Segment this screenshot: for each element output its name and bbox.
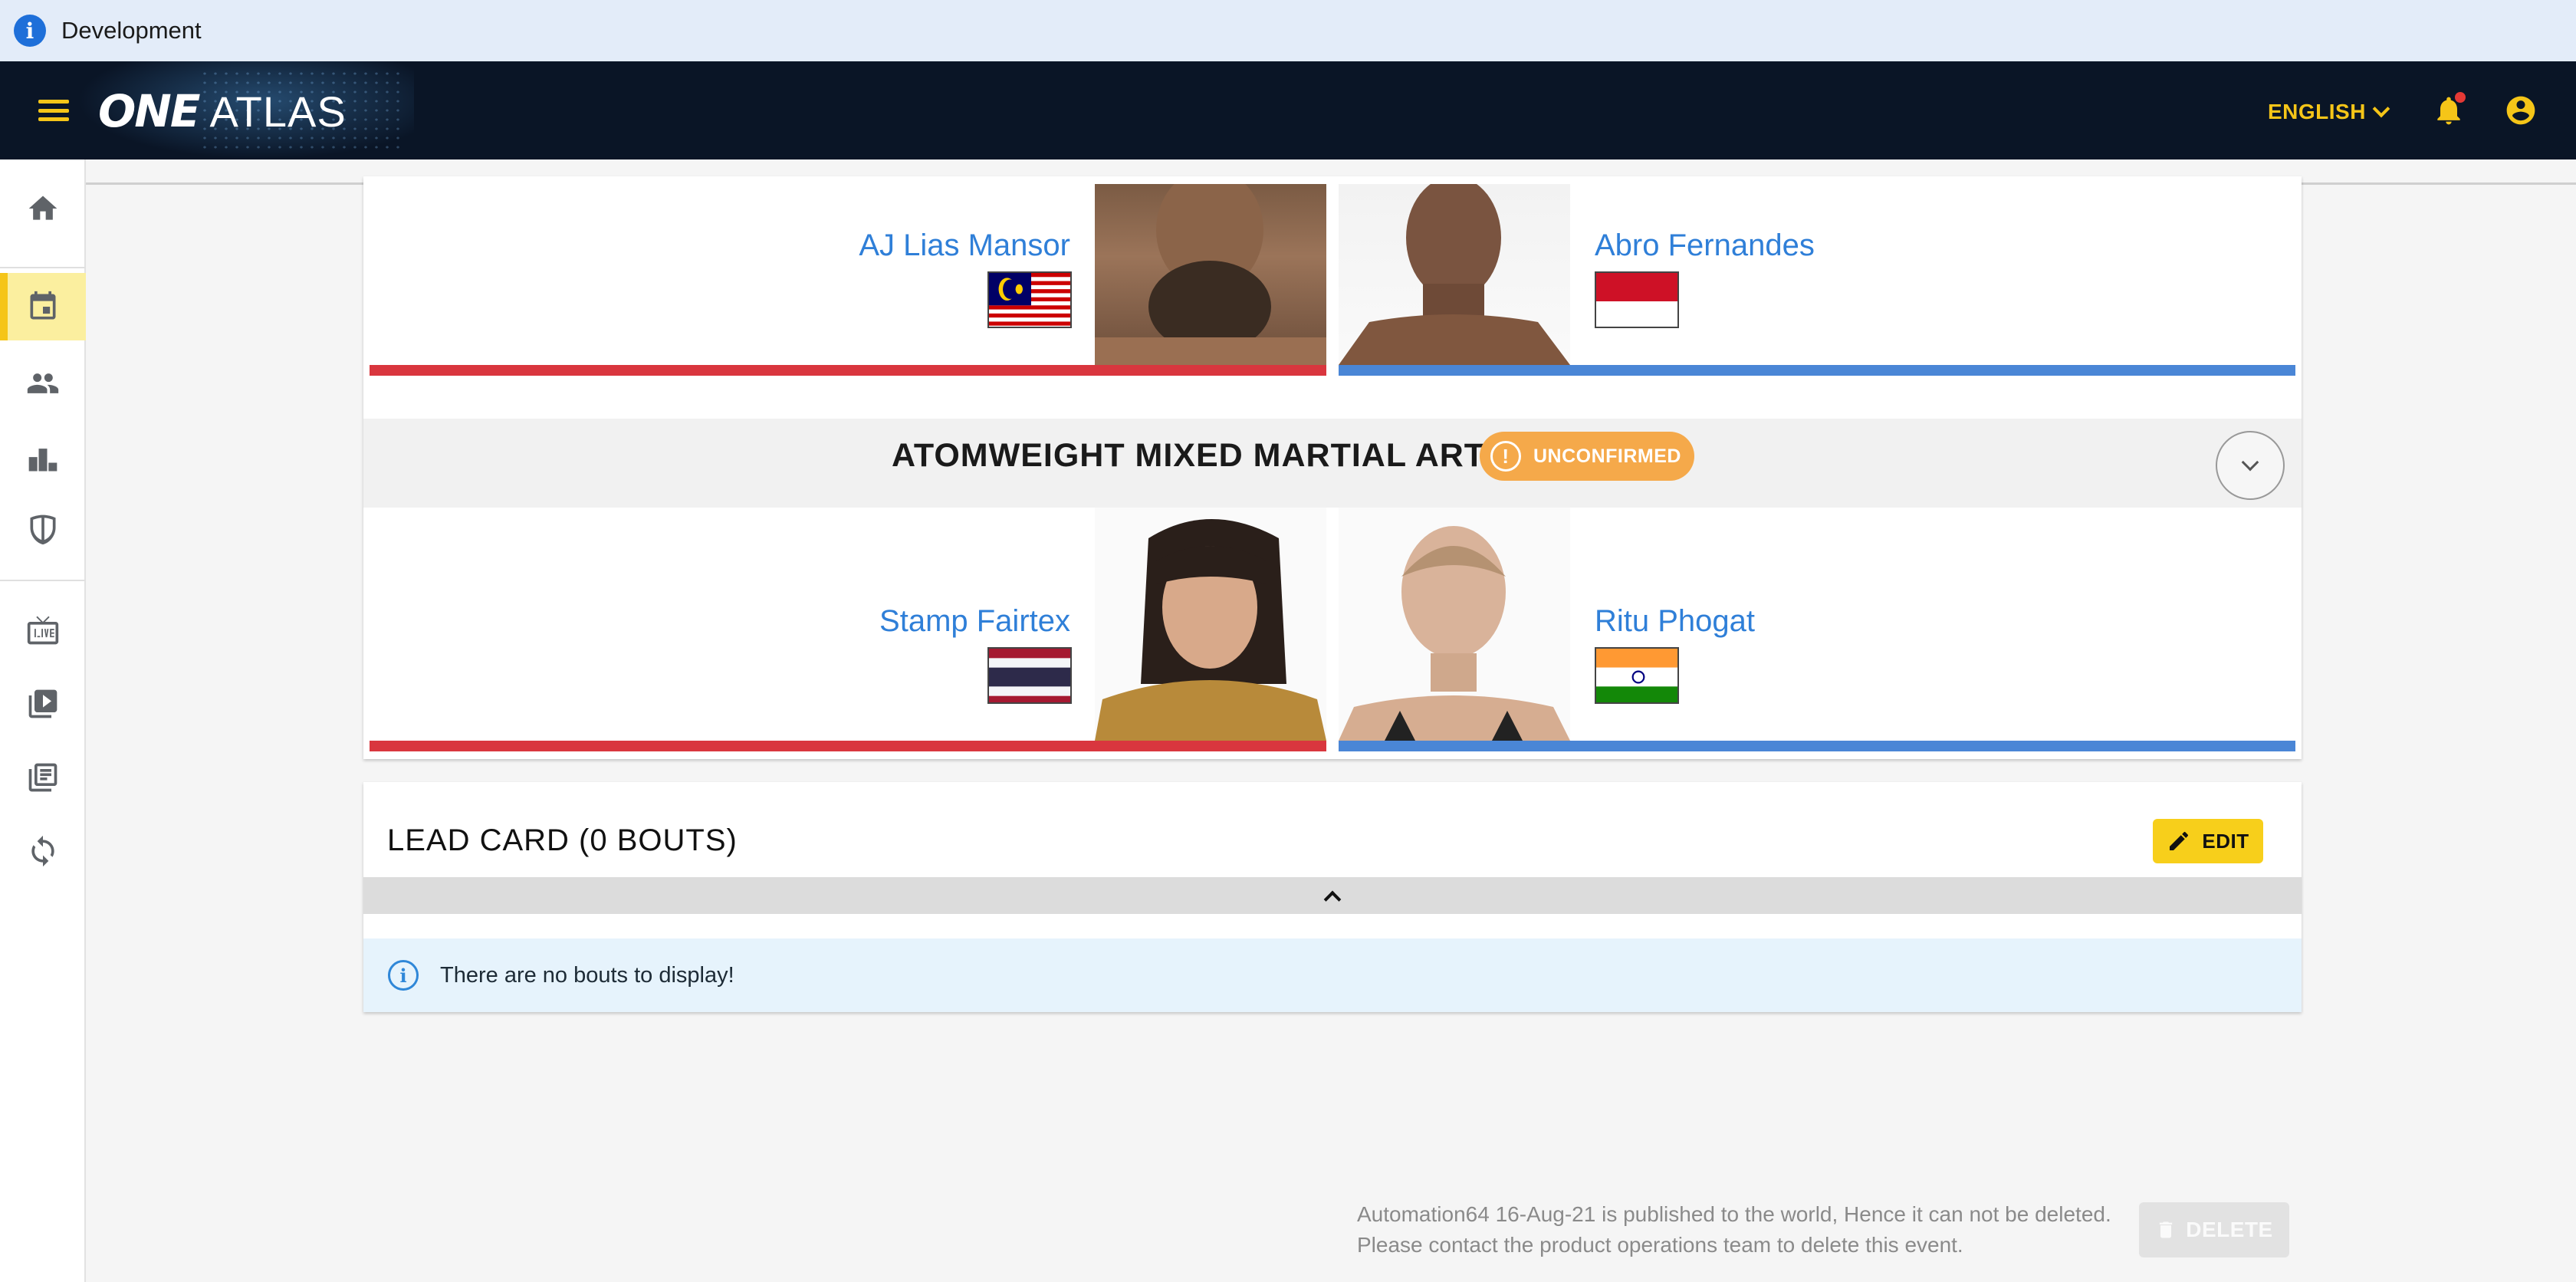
nav-promotions[interactable] [0, 495, 86, 563]
app-logo[interactable]: ONE ATLAS [98, 84, 347, 138]
notifications-button[interactable] [2432, 92, 2466, 129]
environment-banner: i Development [0, 0, 2576, 61]
edit-label: EDIT [2202, 829, 2249, 853]
flag-thailand [987, 647, 1072, 704]
menu-icon[interactable] [38, 95, 69, 126]
nav-rankings[interactable] [0, 425, 86, 492]
red-corner-fighter[interactable]: Stamp Fairtex [370, 508, 1326, 751]
logo-atlas: ATLAS [209, 87, 347, 136]
chevron-up-icon [1323, 890, 1342, 909]
account-circle-icon [2506, 96, 2535, 125]
nav-videos[interactable] [0, 670, 86, 738]
delete-restriction-message: Automation64 16-Aug-21 is published to t… [1357, 1199, 2111, 1261]
bout-title: ATOMWEIGHT MIXED MARTIAL ARTS [892, 437, 1508, 474]
fighter-photo [1095, 508, 1326, 741]
edit-button[interactable]: EDIT [2153, 819, 2263, 863]
fighter-name[interactable]: Stamp Fairtex [879, 604, 1070, 639]
logo-one: ONE [98, 85, 200, 137]
environment-label: Development [61, 17, 202, 44]
home-icon [28, 196, 58, 220]
red-corner-bar [370, 365, 1326, 376]
trash-icon [2160, 1221, 2173, 1238]
fighter-photo [1339, 508, 1570, 741]
nav-events[interactable] [0, 273, 86, 340]
people-icon [27, 373, 59, 393]
red-corner-fighter[interactable]: AJ Lias Mansor [370, 184, 1326, 376]
nav-home[interactable] [0, 175, 86, 242]
nav-collections[interactable] [0, 744, 86, 811]
expand-bout-button[interactable] [2216, 431, 2285, 500]
chevron-down-icon [2372, 100, 2390, 118]
fighter-name[interactable]: Ritu Phogat [1595, 604, 1755, 639]
red-corner-bar [370, 741, 1326, 751]
empty-message: There are no bouts to display! [440, 962, 734, 988]
fighter-photo [1339, 184, 1570, 365]
nav-athletes[interactable] [0, 350, 86, 417]
status-badge: ! UNCONFIRMED [1480, 432, 1694, 481]
delete-button[interactable]: DELETE [2139, 1202, 2289, 1257]
notification-dot [2455, 92, 2466, 103]
info-icon: i [14, 15, 46, 47]
calendar-icon [30, 291, 56, 320]
pencil-icon [2170, 831, 2189, 850]
flag-indonesia [1595, 271, 1679, 328]
podium-icon [28, 449, 58, 472]
delete-label: DELETE [2186, 1218, 2273, 1241]
nav-sync[interactable] [0, 817, 86, 885]
account-button[interactable] [2504, 94, 2538, 127]
live-tv-icon [27, 616, 59, 645]
top-app-bar: ONE ATLAS ENGLISH [0, 61, 2576, 159]
nav-live[interactable] [0, 597, 86, 664]
empty-state-alert: i There are no bouts to display! [363, 938, 2302, 1012]
fighter-name[interactable]: AJ Lias Mansor [859, 228, 1070, 263]
shield-icon [30, 514, 56, 545]
alert-circle-icon: ! [1490, 441, 1521, 472]
video-library-icon [28, 689, 58, 718]
fighter-name[interactable]: Abro Fernandes [1595, 228, 1815, 263]
blue-corner-bar [1339, 741, 2295, 751]
message-line-1: Automation64 16-Aug-21 is published to t… [1357, 1202, 2111, 1226]
sync-icon [31, 835, 54, 867]
collapse-button[interactable] [363, 877, 2302, 914]
side-navigation [0, 159, 86, 1282]
lead-card-title: LEAD CARD (0 BOUTS) [387, 823, 738, 857]
library-icon [28, 763, 58, 792]
flag-malaysia [987, 271, 1072, 328]
message-line-2: Please contact the product operations te… [1357, 1233, 1963, 1257]
flag-india [1595, 647, 1679, 704]
language-selector[interactable]: ENGLISH [2268, 95, 2390, 129]
info-icon: i [388, 960, 419, 991]
blue-corner-fighter[interactable]: Ritu Phogat [1339, 508, 2295, 751]
blue-corner-bar [1339, 365, 2295, 376]
chevron-down-icon [2241, 453, 2259, 472]
fighter-photo [1095, 184, 1326, 365]
language-label: ENGLISH [2268, 100, 2366, 123]
blue-corner-fighter[interactable]: Abro Fernandes [1339, 184, 2295, 376]
status-label: UNCONFIRMED [1533, 445, 1681, 467]
